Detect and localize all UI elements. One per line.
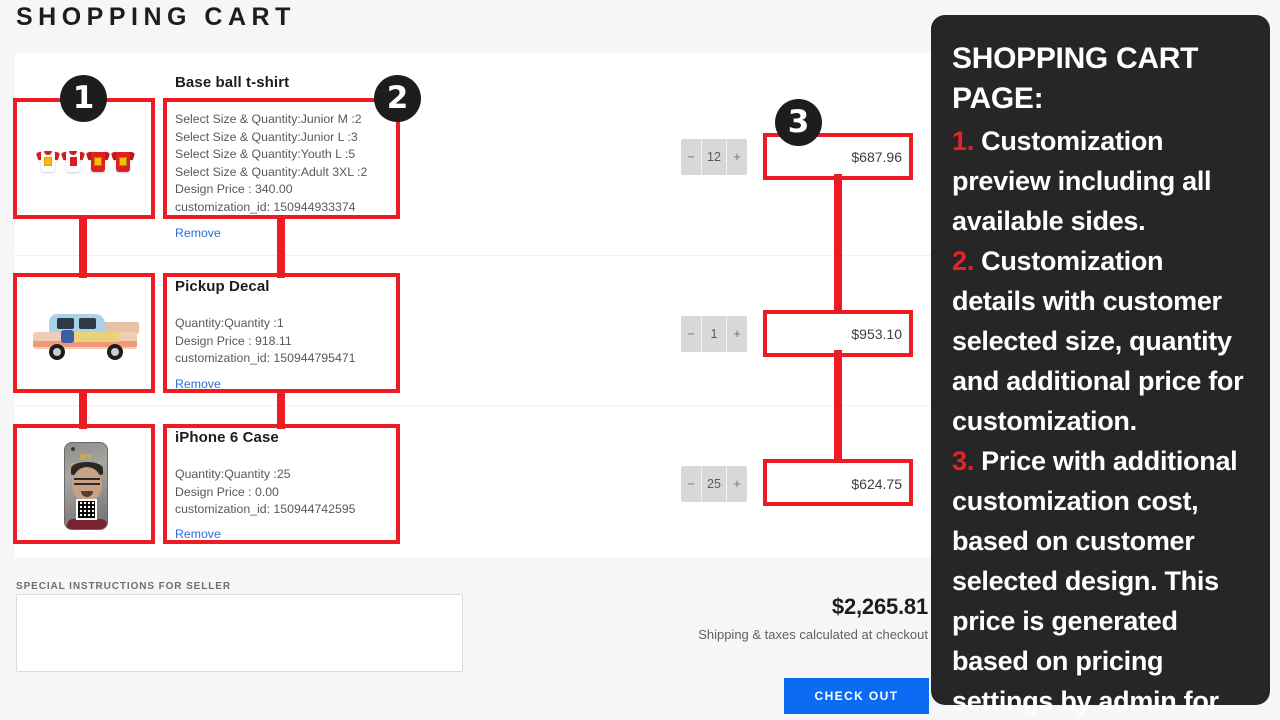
- quantity-increase-button-1[interactable]: +: [727, 316, 747, 352]
- callout-heading: SHOPPING CART PAGE:: [952, 42, 1199, 115]
- quantity-decrease-button-1[interactable]: −: [681, 316, 701, 352]
- special-instructions-input[interactable]: [16, 594, 463, 672]
- quantity-value-1[interactable]: 1: [701, 316, 727, 352]
- remove-link-0[interactable]: Remove: [175, 226, 221, 240]
- item-properties-1: Quantity:Quantity :1 Design Price : 918.…: [175, 316, 356, 365]
- quantity-decrease-button-0[interactable]: −: [681, 139, 701, 175]
- callout-panel: SHOPPING CART PAGE: 1. Customization pre…: [931, 15, 1270, 716]
- callout-number-3: 3.: [952, 446, 974, 476]
- phone-case-preview-icon: MY PHONE: [63, 441, 108, 530]
- callout-item-1: 1. Customization preview including all a…: [952, 121, 1251, 241]
- callout-item-2: 2. Customization details with customer s…: [952, 241, 1251, 441]
- item-thumbnail-2[interactable]: MY PHONE: [16, 427, 155, 544]
- item-title-2[interactable]: iPhone 6 Case: [175, 429, 279, 446]
- callout-item-3: 3. Price with additional customization c…: [952, 441, 1251, 720]
- item-properties-0: Select Size & Quantity:Junior M :2 Selec…: [175, 112, 368, 214]
- quantity-stepper-2[interactable]: − 25 +: [681, 466, 747, 502]
- remove-link-2[interactable]: Remove: [175, 527, 221, 541]
- item-thumbnail-0[interactable]: [16, 101, 155, 218]
- quantity-increase-button-2[interactable]: +: [727, 466, 747, 502]
- item-properties-2: Quantity:Quantity :25 Design Price : 0.0…: [175, 467, 356, 516]
- tshirt-preview-set-icon: [35, 148, 136, 172]
- page-title: SHOPPING CART: [16, 3, 296, 31]
- screen: SHOPPING CART Base ball t-shirt Select S…: [0, 0, 1280, 720]
- grand-total: $2,265.81: [831, 594, 928, 619]
- item-title-1[interactable]: Pickup Decal: [175, 278, 270, 295]
- callout-text-3: Price with additional customization cost…: [952, 446, 1238, 716]
- quantity-increase-button-0[interactable]: +: [727, 139, 747, 175]
- quantity-decrease-button-2[interactable]: −: [681, 466, 701, 502]
- line-price-2: $624.75: [851, 476, 902, 492]
- shipping-tax-note: Shipping & taxes calculated at checkout: [698, 627, 928, 642]
- quantity-stepper-0[interactable]: − 12 +: [681, 139, 747, 175]
- pickup-truck-preview-icon: [27, 308, 145, 362]
- special-instructions-label: SPECIAL INSTRUCTIONS FOR SELLER: [16, 581, 231, 592]
- item-thumbnail-1[interactable]: [16, 276, 155, 393]
- callout-text-1: Customization preview including all avai…: [952, 126, 1212, 236]
- item-title-0[interactable]: Base ball t-shirt: [175, 74, 289, 91]
- callout-number-1: 1.: [952, 126, 974, 156]
- quantity-stepper-1[interactable]: − 1 +: [681, 316, 747, 352]
- line-price-1: $953.10: [851, 326, 902, 342]
- line-price-0: $687.96: [851, 149, 902, 165]
- quantity-value-2[interactable]: 25: [701, 466, 727, 502]
- callout-number-2: 2.: [952, 246, 974, 276]
- remove-link-1[interactable]: Remove: [175, 377, 221, 391]
- checkout-button[interactable]: CHECK OUT: [784, 678, 929, 714]
- quantity-value-0[interactable]: 12: [701, 139, 727, 175]
- callout-text-2: Customization details with customer sele…: [952, 246, 1244, 436]
